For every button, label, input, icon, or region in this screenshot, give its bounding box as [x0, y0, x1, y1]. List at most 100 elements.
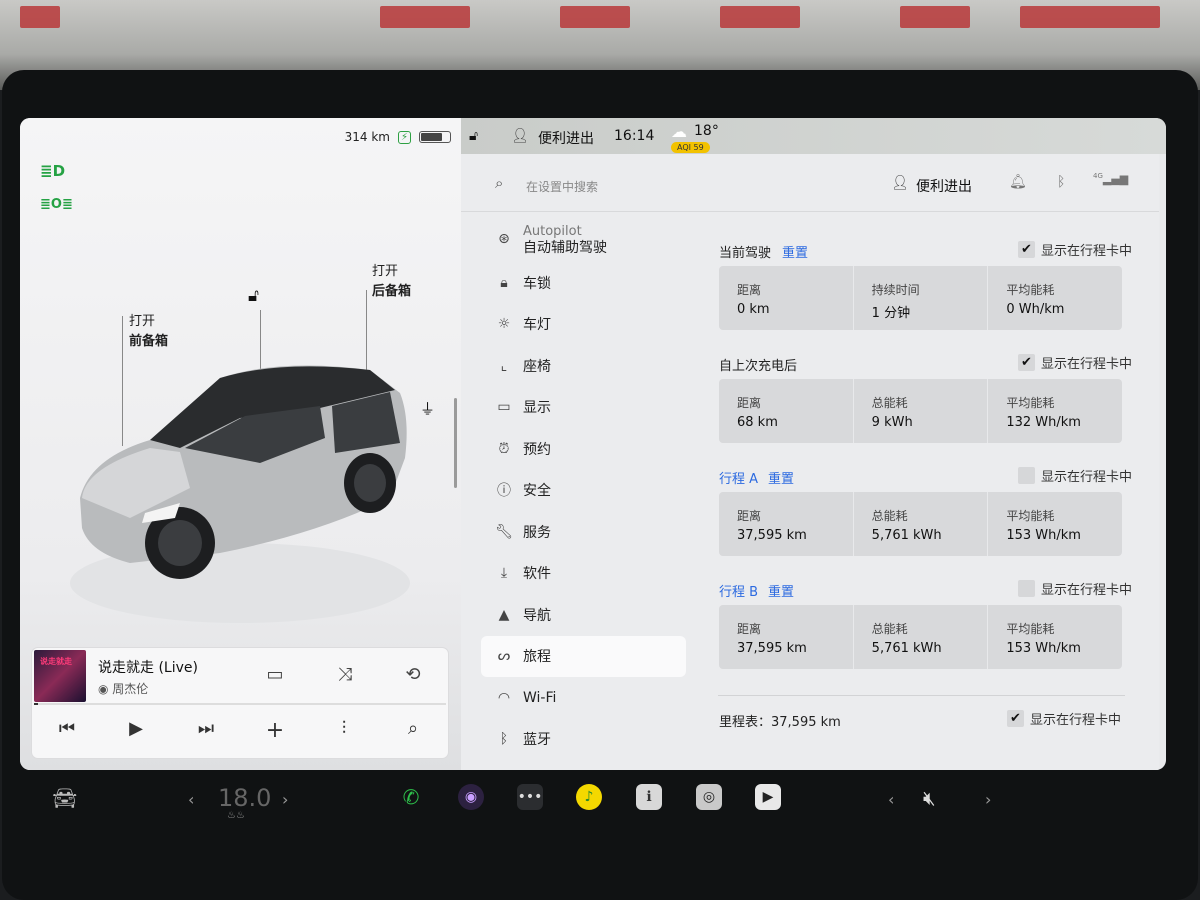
equalizer-icon[interactable]: ⫶ — [329, 718, 359, 739]
show-in-card-checkbox[interactable]: ✔ 显示在行程卡中 — [1017, 466, 1132, 485]
nav-item-service[interactable]: 🔧︎ 服务 — [481, 511, 686, 553]
nav-item-seats[interactable]: ⌞ 座椅 — [481, 345, 686, 387]
nav-item-navigation[interactable]: ▲ 导航 — [481, 594, 686, 636]
artist-icon: ◉ — [98, 682, 113, 696]
lock-icon: 🔒︎ — [500, 274, 508, 291]
show-in-card-checkbox[interactable]: ✔ 显示在行程卡中 — [1017, 579, 1132, 598]
seat-heater-icon[interactable]: ♨♨ — [227, 810, 245, 821]
theater-icon[interactable]: ▶ — [755, 784, 781, 810]
nav-item-bluetooth[interactable]: ᛒ 蓝牙 — [481, 719, 686, 761]
camera-app-icon[interactable]: ◉ — [458, 784, 484, 810]
battery-icon — [419, 131, 451, 143]
climate-temperature[interactable]: 18.0 — [218, 784, 271, 812]
network-type: 4G — [1093, 172, 1103, 180]
checkbox-label: 显示在行程卡中 — [1040, 470, 1132, 485]
temp-down-chevron-icon[interactable]: ‹ — [188, 790, 194, 809]
shuffle-icon[interactable]: ⤨ — [332, 664, 358, 685]
music-app-icon[interactable]: ♪ — [576, 784, 602, 810]
topbar-profile-name[interactable]: 便利进出 — [538, 128, 594, 148]
stat-value: 1 分钟 — [871, 306, 911, 321]
stat-cell: 平均能耗 132 Wh/km — [987, 379, 1122, 443]
nav-item-locks[interactable]: 🔒︎ 车锁 — [481, 262, 686, 304]
stats-row: 距离 0 km 持续时间 1 分钟 平均能耗 0 Wh/km — [719, 266, 1122, 330]
nav-item-wifi[interactable]: ◠ Wi-Fi — [481, 677, 686, 719]
show-in-card-checkbox[interactable]: ✔ 显示在行程卡中 — [1017, 240, 1132, 259]
stat-cell: 总能耗 5,761 kWh — [852, 492, 988, 556]
dashcam-icon[interactable]: ◎ — [696, 784, 722, 810]
nav-item-label: Autopilot — [523, 224, 582, 239]
manual-app-icon[interactable]: ℹ — [636, 784, 662, 810]
next-track-icon[interactable]: ⏭ — [191, 718, 221, 739]
stat-cell: 距离 37,595 km — [719, 605, 853, 669]
bell-icon[interactable]: 🔔︎ — [1009, 174, 1027, 190]
unlock-icon[interactable]: 🔓︎ — [248, 286, 259, 306]
settings-search-input[interactable]: 在设置中搜索 — [526, 178, 598, 195]
repeat-icon[interactable]: ⟲ — [400, 664, 426, 685]
search-icon: ⌕ — [495, 174, 504, 192]
phone-icon[interactable]: ✆ — [398, 784, 424, 810]
reset-button[interactable]: 重置 — [768, 581, 794, 600]
volume-up-chevron-icon[interactable]: › — [985, 790, 991, 809]
nav-item-autopilot[interactable]: ⊛ Autopilot 自动辅助驾驶 — [481, 218, 686, 262]
nav-item-label: 车灯 — [523, 317, 551, 334]
album-art[interactable]: 说走就走 — [34, 650, 86, 702]
checkbox-checked-icon: ✔ — [1007, 710, 1024, 727]
front-trunk-open-button[interactable]: 打开 前备箱 — [129, 312, 168, 352]
bluetooth-icon[interactable]: ᛒ — [1057, 174, 1065, 190]
stat-value: 37,595 km — [737, 528, 807, 543]
previous-track-icon[interactable]: ⏮ — [52, 718, 82, 739]
settings-profile-name[interactable]: 便利进出 — [916, 176, 972, 196]
stat-value: 153 Wh/km — [1006, 641, 1081, 656]
nav-item-label: 软件 — [523, 566, 551, 583]
wrench-icon: 🔧︎ — [495, 523, 513, 540]
nav-item-schedule[interactable]: ⏰︎ 预约 — [481, 428, 686, 470]
rear-trunk-open-button[interactable]: 打开 后备箱 — [372, 262, 411, 302]
mute-icon[interactable]: 🔇︎ — [923, 786, 936, 810]
rear-trunk-label: 后备箱 — [372, 284, 412, 299]
reset-button[interactable]: 重置 — [782, 242, 808, 261]
trip-content: 当前驾驶 重置 ✔ 显示在行程卡中 距离 0 km 持续时间 1 分钟 平均能耗 0 W… — [718, 224, 1132, 676]
charge-port-icon[interactable]: ⏚ — [420, 398, 435, 419]
nav-item-display[interactable]: ▭ 显示 — [481, 387, 686, 429]
stat-label: 平均能耗 — [1006, 509, 1055, 523]
section-title: 当前驾驶 — [719, 246, 772, 261]
reset-button[interactable]: 重置 — [768, 468, 794, 487]
playback-progress-bar[interactable] — [34, 703, 446, 705]
temp-up-chevron-icon[interactable]: › — [282, 790, 288, 809]
car-icon[interactable]: 🚘︎ — [52, 786, 77, 810]
sun-icon: ☼ — [497, 316, 511, 333]
nav-item-trips[interactable]: ᔕ 旅程 — [481, 635, 686, 677]
headlight-icon[interactable]: ≣D — [40, 162, 65, 180]
display-icon: ▭ — [497, 399, 511, 416]
play-icon[interactable]: ▶ — [121, 718, 151, 739]
lock-status-icon[interactable]: 🔓︎ — [469, 128, 478, 144]
add-favorite-icon[interactable]: + — [260, 718, 290, 743]
stat-value: 0 km — [737, 302, 770, 317]
checkbox-label: 显示在行程卡中 — [1040, 244, 1132, 259]
stat-label: 平均能耗 — [1006, 622, 1055, 636]
stat-label: 总能耗 — [871, 396, 908, 410]
odometer-show-in-card-checkbox[interactable]: ✔ 显示在行程卡中 — [1007, 709, 1121, 728]
background-banner — [720, 6, 800, 28]
background-banner — [380, 6, 470, 28]
search-music-icon[interactable]: ⌕ — [398, 718, 428, 739]
checkbox-checked-icon: ✔ — [1017, 241, 1035, 258]
nav-item-safety[interactable]: ⓘ 安全 — [481, 470, 686, 512]
volume-down-chevron-icon[interactable]: ‹ — [888, 790, 894, 809]
background-banner — [20, 6, 60, 28]
profile-icon: 👤︎ — [891, 175, 909, 191]
range-text: 314 km — [344, 130, 390, 144]
alert-icon: ⓘ — [497, 483, 511, 500]
show-in-card-checkbox[interactable]: ✔ 显示在行程卡中 — [1017, 353, 1132, 372]
parking-light-icon[interactable]: ≣Ο≣ — [40, 197, 73, 212]
front-trunk-action: 打开 — [129, 314, 156, 329]
car-panel-scrollbar[interactable] — [454, 398, 457, 488]
nav-item-software[interactable]: ⤓ 软件 — [481, 553, 686, 595]
more-apps-icon[interactable]: ••• — [517, 784, 543, 810]
stat-label: 距离 — [737, 622, 762, 636]
lyrics-icon[interactable]: ▭ — [262, 664, 288, 685]
trip-section-trip-b: 行程 B 重置 ✔ 显示在行程卡中 距离 37,595 km 总能耗 5,761 kW… — [718, 563, 1132, 676]
stat-cell: 距离 37,595 km — [719, 492, 853, 556]
nav-item-label: 服务 — [523, 524, 551, 541]
nav-item-lights[interactable]: ☼ 车灯 — [481, 304, 686, 346]
